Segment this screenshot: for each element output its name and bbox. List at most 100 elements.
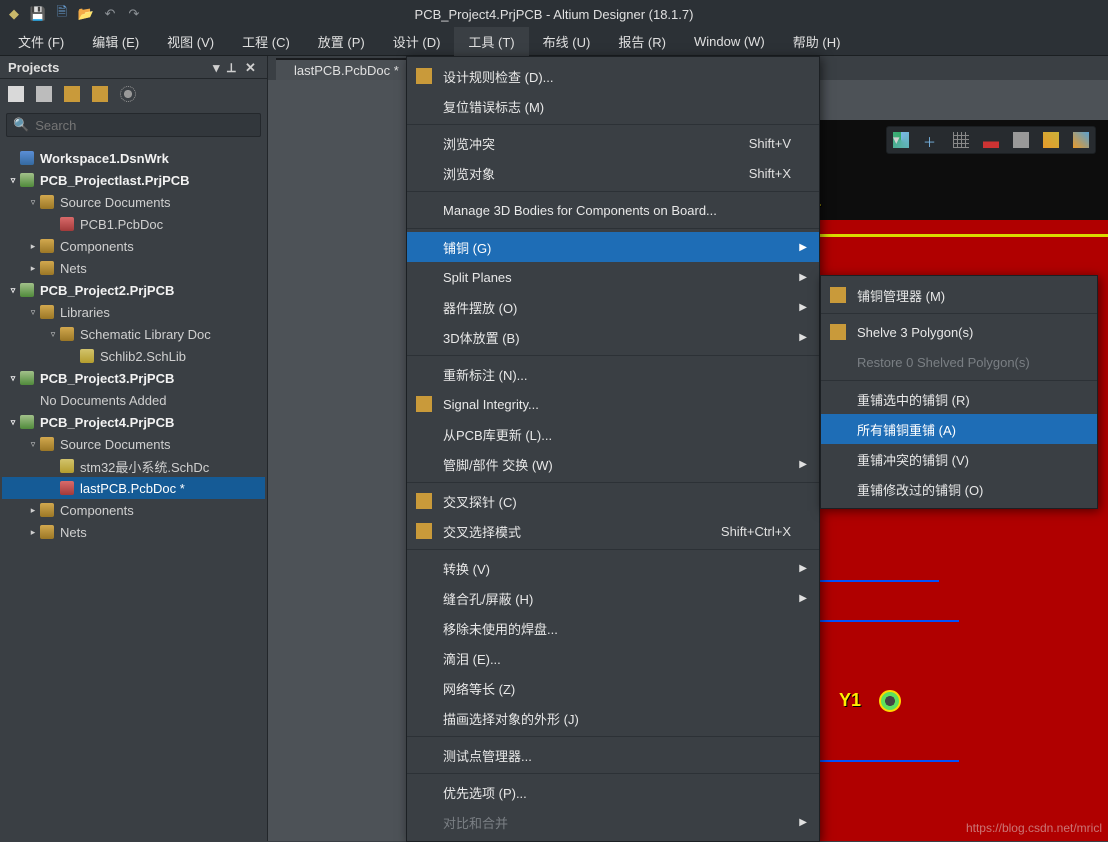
tree-item[interactable]: ▿Source Documents bbox=[2, 191, 265, 213]
menu-布线[interactable]: 布线 (U) bbox=[529, 27, 605, 56]
tree-item[interactable]: ▸Nets bbox=[2, 257, 265, 279]
menu-item-label: 重铺冲突的铺铜 (V) bbox=[857, 450, 1075, 469]
grid-icon[interactable] bbox=[953, 132, 969, 148]
save-icon[interactable]: 💾 bbox=[30, 6, 46, 22]
project-tree[interactable]: Workspace1.DsnWrk▿PCB_Projectlast.PrjPCB… bbox=[0, 141, 267, 841]
menu-item[interactable]: 缝合孔/屏蔽 (H)▶ bbox=[407, 583, 819, 613]
menu-文件[interactable]: 文件 (F) bbox=[4, 27, 78, 56]
menu-item[interactable]: 描画选择对象的外形 (J) bbox=[407, 703, 819, 733]
panel-pin-icon[interactable]: ⟂ bbox=[227, 60, 241, 74]
menu-item[interactable]: Manage 3D Bodies for Components on Board… bbox=[407, 195, 819, 225]
tools-dropdown[interactable]: 设计规则检查 (D)...复位错误标志 (M) 浏览冲突Shift+V浏览对象Sh… bbox=[406, 56, 820, 842]
menu-item[interactable]: 复位错误标志 (M) bbox=[407, 91, 819, 121]
menu-编辑[interactable]: 编辑 (E) bbox=[78, 27, 153, 56]
layer-icon[interactable] bbox=[1013, 132, 1029, 148]
menu-工具[interactable]: 工具 (T) bbox=[454, 27, 528, 56]
tree-item[interactable]: ▿PCB_Projectlast.PrjPCB bbox=[2, 169, 265, 191]
menu-item[interactable]: 浏览对象Shift+X bbox=[407, 158, 819, 188]
menu-item[interactable]: 器件摆放 (O)▶ bbox=[407, 292, 819, 322]
tree-item[interactable]: ▸Nets bbox=[2, 521, 265, 543]
new-doc-icon[interactable] bbox=[8, 86, 24, 102]
tree-item[interactable]: No Documents Added bbox=[2, 389, 265, 411]
menu-item[interactable]: Shelve 3 Polygon(s) bbox=[821, 317, 1097, 347]
folder-arrow-icon[interactable] bbox=[92, 86, 108, 102]
menu-item[interactable]: 网络等长 (Z) bbox=[407, 673, 819, 703]
tree-item-label: PCB_Project3.PrjPCB bbox=[40, 371, 174, 386]
tree-item[interactable]: stm32最小系统.SchDc bbox=[2, 455, 265, 477]
tree-item[interactable]: ▸Components bbox=[2, 499, 265, 521]
new-page-icon[interactable] bbox=[36, 86, 52, 102]
chart-icon[interactable] bbox=[983, 132, 999, 148]
polygon-submenu[interactable]: 铺铜管理器 (M)Shelve 3 Polygon(s)Restore 0 Sh… bbox=[820, 275, 1098, 509]
open-icon[interactable]: 📂 bbox=[78, 6, 94, 22]
menu-item[interactable]: Split Planes▶ bbox=[407, 262, 819, 292]
menu-item[interactable]: 设计规则检查 (D)... bbox=[407, 61, 819, 91]
menu-item[interactable]: 优先选项 (P)... bbox=[407, 777, 819, 807]
tree-item[interactable]: ▸Components bbox=[2, 235, 265, 257]
submenu-arrow-icon: ▶ bbox=[797, 563, 807, 574]
menu-item[interactable]: 交叉选择模式Shift+Ctrl+X bbox=[407, 516, 819, 546]
tree-item[interactable]: ▿PCB_Project4.PrjPCB bbox=[2, 411, 265, 433]
filter-icon[interactable]: ▾ bbox=[893, 132, 909, 148]
pcb-icon bbox=[60, 217, 74, 231]
redo-icon[interactable]: ↷ bbox=[126, 6, 142, 22]
tree-item[interactable]: ▿Source Documents bbox=[2, 433, 265, 455]
doc-tab-label: lastPCB.PcbDoc * bbox=[294, 63, 399, 78]
crosshair-icon[interactable]: ＋ bbox=[923, 132, 939, 148]
doc-tab-lastpcb[interactable]: lastPCB.PcbDoc * bbox=[276, 58, 411, 80]
proj-icon bbox=[20, 173, 34, 187]
panel-close-icon[interactable]: ✕ bbox=[245, 60, 259, 74]
tree-item[interactable]: ▿Schematic Library Doc bbox=[2, 323, 265, 345]
submenu-arrow-icon: ▶ bbox=[797, 272, 807, 283]
menu-item[interactable]: 测试点管理器... bbox=[407, 740, 819, 770]
menu-视图[interactable]: 视图 (V) bbox=[153, 27, 228, 56]
designator-y1: Y1 bbox=[839, 690, 861, 711]
undo-icon[interactable]: ↶ bbox=[102, 6, 118, 22]
menu-item[interactable]: 铺铜 (G)▶ bbox=[407, 232, 819, 262]
menu-item[interactable]: 3D体放置 (B)▶ bbox=[407, 322, 819, 352]
tree-item[interactable]: ▿PCB_Project2.PrjPCB bbox=[2, 279, 265, 301]
tree-item-label: Components bbox=[60, 239, 134, 254]
route-icon[interactable] bbox=[1043, 132, 1059, 148]
menu-item[interactable]: 重铺选中的铺铜 (R) bbox=[821, 384, 1097, 414]
save-all-icon[interactable]: 🗎 bbox=[54, 6, 70, 22]
menu-item[interactable]: 移除未使用的焊盘... bbox=[407, 613, 819, 643]
folder-icon[interactable] bbox=[64, 86, 80, 102]
menu-帮助[interactable]: 帮助 (H) bbox=[779, 27, 855, 56]
menu-item[interactable]: 交叉探针 (C) bbox=[407, 486, 819, 516]
search-box[interactable]: 🔍 bbox=[6, 113, 261, 137]
route2-icon[interactable] bbox=[1073, 132, 1089, 148]
tree-item[interactable]: lastPCB.PcbDoc * bbox=[2, 477, 265, 499]
search-input[interactable] bbox=[35, 118, 254, 133]
tree-item[interactable]: ▿PCB_Project3.PrjPCB bbox=[2, 367, 265, 389]
menu-item-label: 优先选项 (P)... bbox=[443, 783, 797, 802]
fld-icon bbox=[40, 195, 54, 209]
menu-item[interactable]: 重铺冲突的铺铜 (V) bbox=[821, 444, 1097, 474]
menu-item[interactable]: 重新标注 (N)... bbox=[407, 359, 819, 389]
menu-放置[interactable]: 放置 (P) bbox=[304, 27, 379, 56]
tree-item[interactable]: Workspace1.DsnWrk bbox=[2, 147, 265, 169]
pcb-view-toolbar: ▾ ＋ bbox=[886, 126, 1096, 154]
menu-item[interactable]: 浏览冲突Shift+V bbox=[407, 128, 819, 158]
sch-icon bbox=[80, 349, 94, 363]
tree-item-label: PCB_Project2.PrjPCB bbox=[40, 283, 174, 298]
menu-设计[interactable]: 设计 (D) bbox=[379, 27, 455, 56]
menu-item[interactable]: 管脚/部件 交换 (W)▶ bbox=[407, 449, 819, 479]
gear-icon[interactable] bbox=[120, 86, 136, 102]
menu-item[interactable]: 重铺修改过的铺铜 (O) bbox=[821, 474, 1097, 504]
menu-item[interactable]: 滴泪 (E)... bbox=[407, 643, 819, 673]
tree-item[interactable]: Schlib2.SchLib bbox=[2, 345, 265, 367]
menu-item[interactable]: Signal Integrity... bbox=[407, 389, 819, 419]
panel-menu-icon[interactable]: ▾ bbox=[213, 60, 223, 74]
fld-icon bbox=[40, 525, 54, 539]
tree-item[interactable]: PCB1.PcbDoc bbox=[2, 213, 265, 235]
menu-item[interactable]: 铺铜管理器 (M) bbox=[821, 280, 1097, 310]
titlebar: ◆ 💾 🗎 📂 ↶ ↷ PCB_Project4.PrjPCB - Altium… bbox=[0, 0, 1108, 28]
menu-item[interactable]: 从PCB库更新 (L)... bbox=[407, 419, 819, 449]
menu-item[interactable]: 转换 (V)▶ bbox=[407, 553, 819, 583]
menu-工程[interactable]: 工程 (C) bbox=[228, 27, 304, 56]
menu-报告[interactable]: 报告 (R) bbox=[604, 27, 680, 56]
menu-item[interactable]: 所有铺铜重铺 (A) bbox=[821, 414, 1097, 444]
menu-Window[interactable]: Window (W) bbox=[680, 29, 779, 54]
tree-item[interactable]: ▿Libraries bbox=[2, 301, 265, 323]
